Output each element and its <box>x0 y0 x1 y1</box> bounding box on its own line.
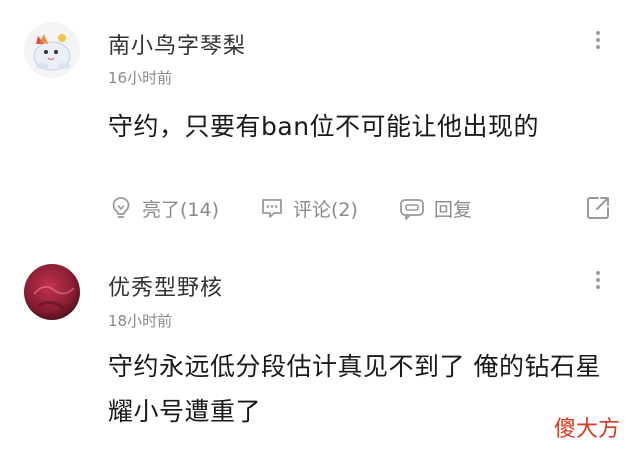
chat-bubble-icon <box>262 199 282 218</box>
reply-label: 回复 <box>433 198 472 221</box>
share-icon[interactable] <box>584 194 612 222</box>
comment-actions: 亮了(14) 评论(2) 回复 <box>108 190 512 226</box>
username[interactable]: 优秀型野核 <box>108 270 223 302</box>
avatar[interactable] <box>24 22 80 78</box>
username[interactable]: 南小鸟字琴梨 <box>108 28 246 60</box>
like-button[interactable]: 亮了(14) <box>108 195 219 222</box>
avatar[interactable] <box>24 264 80 320</box>
watermark: 傻大方 <box>553 417 620 442</box>
timestamp: 18小时前 <box>108 312 173 330</box>
comment-label: 评论(2) <box>293 198 358 221</box>
comment-item: 优秀型野核 18小时前 守约永远低分段估计真见不到了 俺的钻石星耀小号遭重了 <box>0 240 640 465</box>
comment-text: 守约，只要有ban位不可能让他出现的 <box>108 112 540 141</box>
lightbulb-icon <box>112 197 130 218</box>
comment-button[interactable]: 评论(2) <box>259 195 358 222</box>
more-options-icon[interactable] <box>586 28 610 52</box>
comment-text: 守约永远低分段估计真见不到了 俺的钻石星耀小号遭重了 <box>108 352 601 426</box>
reply-bubble-icon <box>400 199 424 220</box>
timestamp: 16小时前 <box>108 69 173 87</box>
reply-button[interactable]: 回复 <box>398 195 472 222</box>
comment-item: 南小鸟字琴梨 16小时前 守约，只要有ban位不可能让他出现的 亮了(14) 评… <box>0 0 640 240</box>
more-options-icon[interactable] <box>586 268 610 292</box>
like-label: 亮了(14) <box>142 198 220 221</box>
